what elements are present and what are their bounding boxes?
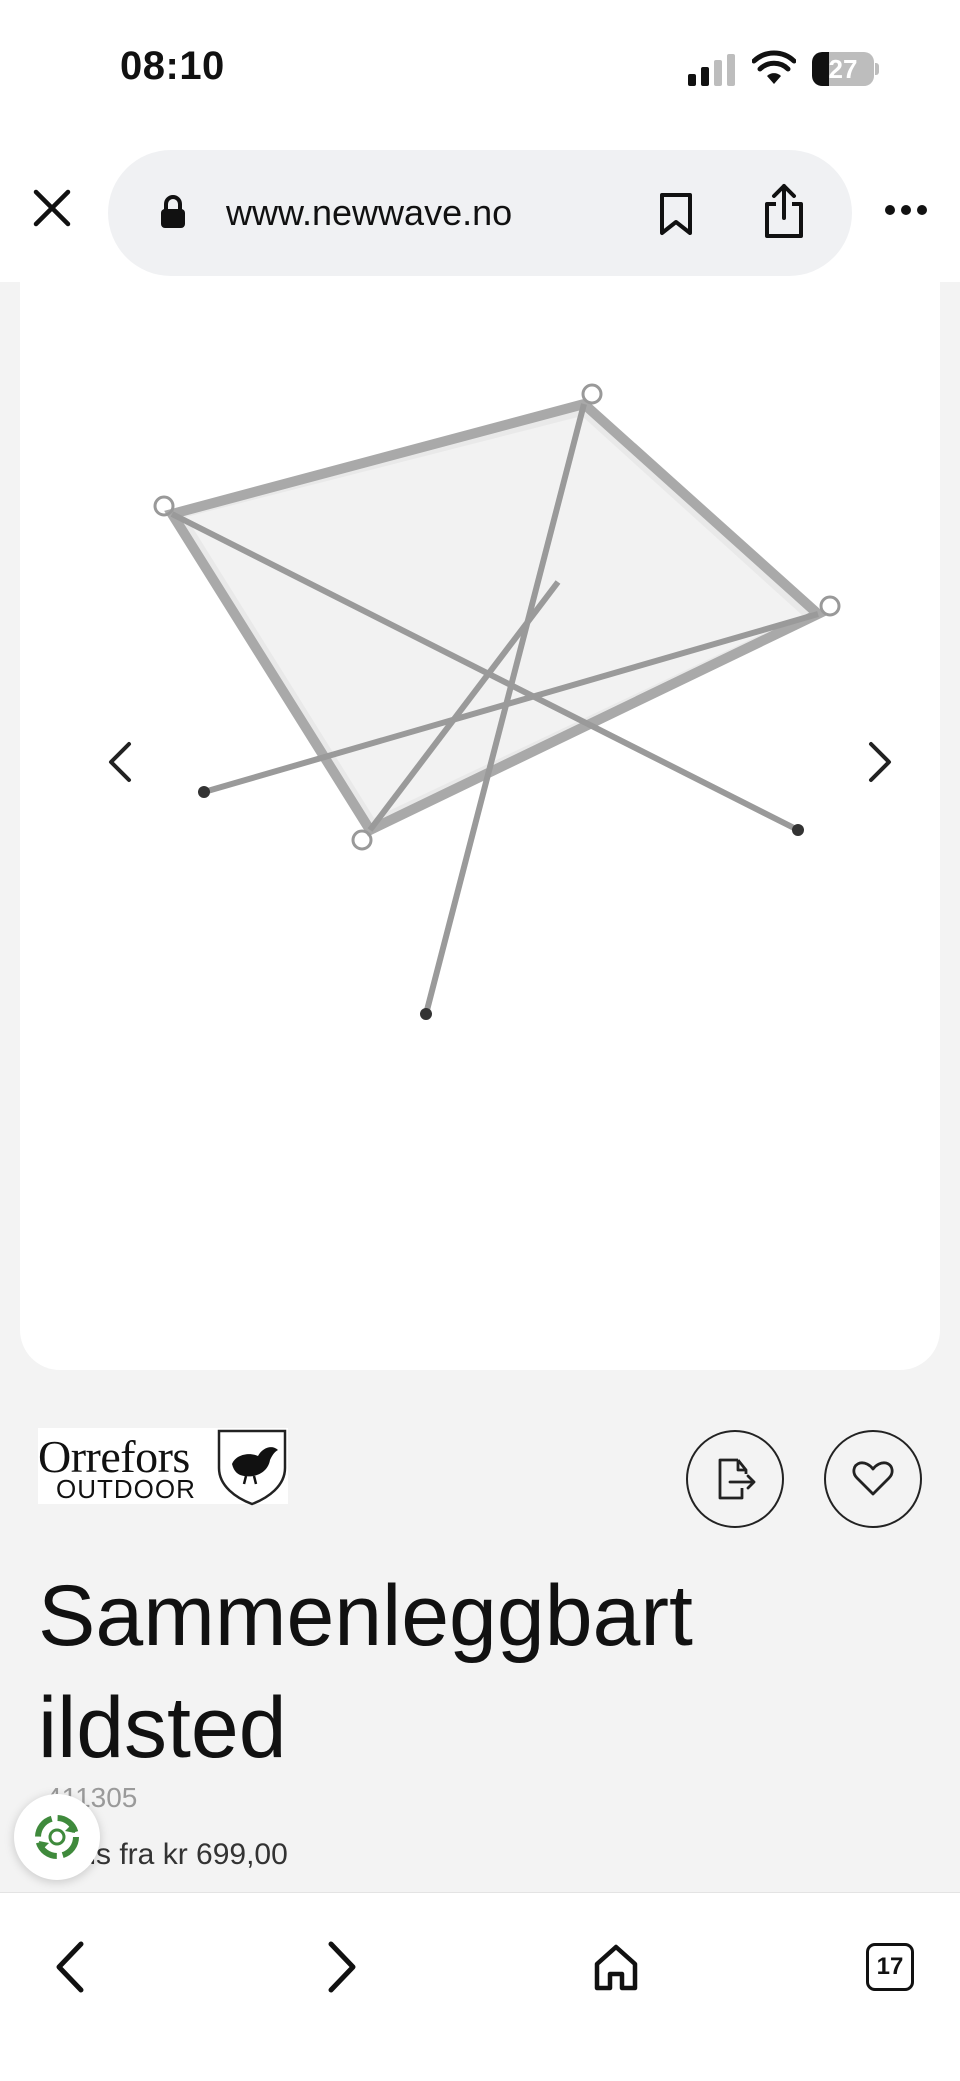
share-icon [765,184,803,238]
brand-logo[interactable]: Orrefors OUTDOOR [38,1428,288,1506]
chevron-left-icon [56,1941,84,1993]
heart-icon [852,1461,894,1496]
lock-icon [161,195,185,228]
tab-count: 17 [866,1943,914,1991]
home-button[interactable] [576,1927,656,2007]
status-time: 08:10 [120,44,225,88]
browser-toolbar: 17 [0,1892,960,2081]
carousel-next-button[interactable] [850,722,910,802]
bookmark-button[interactable] [648,184,704,244]
recycle-icon [35,1815,79,1859]
battery-indicator: 27 [812,52,879,86]
brand-subtitle: OUTDOOR [56,1474,196,1504]
close-button[interactable] [24,180,80,236]
chevron-left-icon [109,742,131,782]
status-bar: 08:10 27 [0,0,960,140]
compare-button[interactable] [686,1430,784,1528]
url-text: www.newwave.no [226,192,513,233]
chevron-right-icon [328,1941,356,1993]
more-icon [885,205,927,215]
battery-level-text: 27 [828,54,858,84]
product-title: Sammenleggbart ildsted [38,1568,693,1776]
forward-button[interactable] [302,1927,382,2007]
home-icon [594,1944,638,1991]
bird-shield-icon [217,1429,287,1506]
tabs-button[interactable]: 17 [850,1927,930,2007]
wifi-icon [752,50,796,84]
product-image[interactable] [130,372,860,1132]
browser-address-row: www.newwave.no [0,140,960,282]
favorite-button[interactable] [824,1430,922,1528]
document-export-icon [718,1458,756,1500]
chevron-right-icon [869,742,891,782]
product-image-carousel [20,282,940,1370]
more-button[interactable] [876,190,936,230]
cellular-signal-icon [688,54,735,86]
bookmark-icon [660,193,692,235]
product-page: Orrefors OUTDOOR Sammenleggbart ildsted … [0,282,960,1892]
share-button[interactable] [756,178,812,244]
eco-badge-button[interactable] [14,1794,100,1880]
close-icon [33,189,71,227]
carousel-previous-button[interactable] [90,722,150,802]
back-button[interactable] [30,1927,110,2007]
address-bar[interactable]: www.newwave.no [108,150,852,276]
